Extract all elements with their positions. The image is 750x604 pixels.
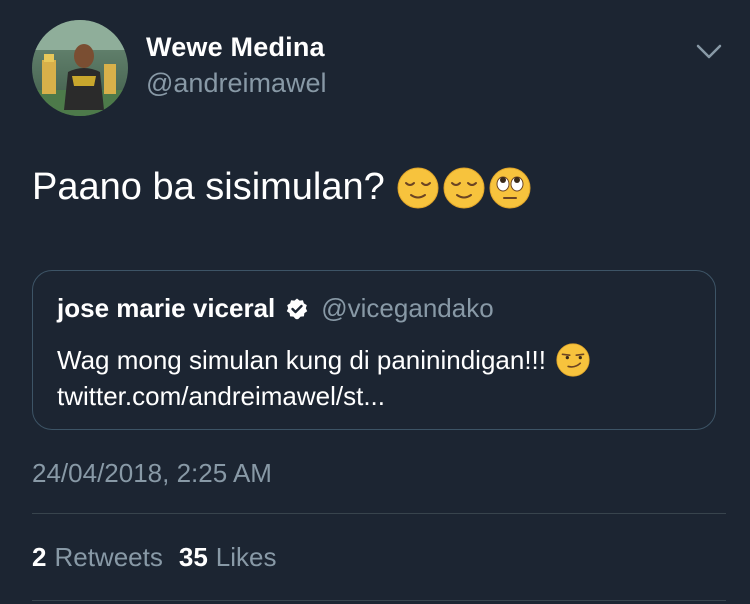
quoted-author-name: jose marie viceral (57, 293, 276, 323)
tweet-timestamp[interactable]: 24/04/2018, 2:25 AM (32, 458, 272, 489)
author-handle[interactable]: @andreimawel (146, 68, 326, 99)
user-avatar-photo (32, 20, 128, 116)
retweets-stat[interactable]: 2 Retweets (32, 542, 163, 573)
tweet-text: Paano ba sisimulan? (32, 166, 385, 208)
verified-badge-icon (287, 298, 308, 319)
retweets-count: 2 (32, 542, 47, 572)
chevron-down-icon[interactable] (693, 40, 725, 64)
relieved-face-icon (397, 167, 439, 208)
rolling-eyes-icon (489, 167, 531, 208)
likes-count: 35 (178, 542, 208, 572)
likes-stat[interactable]: 35 Likes (179, 542, 277, 573)
tweet-text-row: Paano ba sisimulan? (32, 166, 531, 209)
relieved-face-icon (443, 167, 485, 208)
smirking-face-icon (556, 343, 590, 377)
quoted-tweet-header: jose marie viceral @vicegandako (57, 293, 494, 324)
retweets-label: Retweets (54, 542, 163, 572)
tweet-emojis (397, 167, 531, 209)
avatar[interactable] (32, 20, 128, 116)
quoted-tweet-card[interactable]: jose marie viceral @vicegandako Wag mong… (32, 270, 716, 430)
quoted-author-handle: @vicegandako (321, 293, 494, 323)
quoted-tweet-text-row: Wag mong simulan kung di paninindigan!!! (57, 343, 590, 377)
quoted-tweet-text: Wag mong simulan kung di paninindigan!!! (57, 344, 546, 375)
tweet-stats: 2 Retweets 35 Likes (32, 542, 276, 573)
quoted-tweet-link[interactable]: twitter.com/andreimawel/st... (57, 381, 385, 412)
divider (32, 513, 726, 514)
author-display-name[interactable]: Wewe Medina (146, 32, 325, 63)
likes-label: Likes (215, 542, 277, 572)
divider (32, 600, 726, 601)
